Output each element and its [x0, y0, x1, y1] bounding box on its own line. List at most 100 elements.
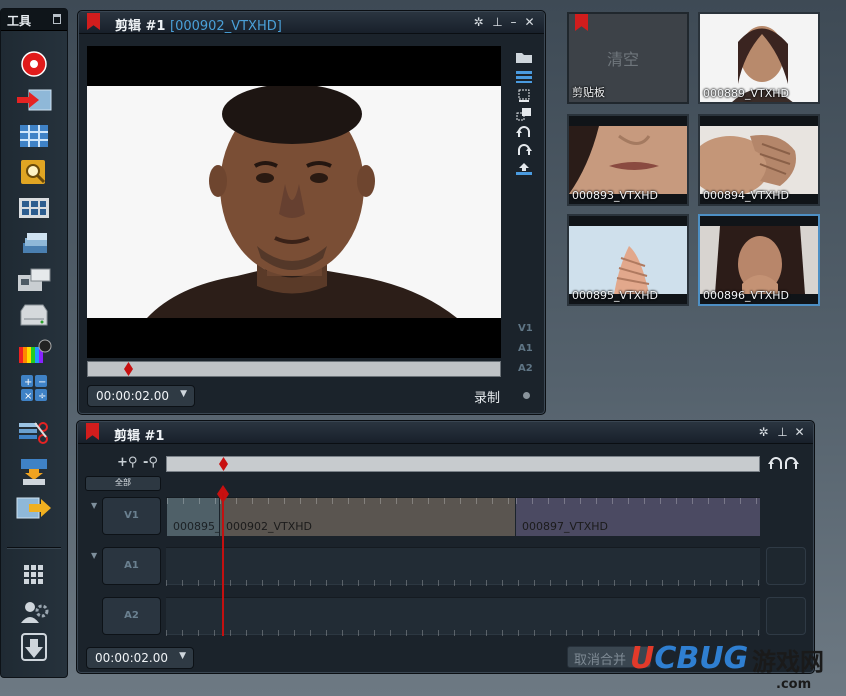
calculator-icon[interactable]: + − × ÷ — [15, 373, 53, 403]
clip-thumbnail[interactable]: 000893_VTXHD — [567, 114, 689, 206]
clipboard-clip[interactable]: 清空 剪贴板 — [567, 12, 689, 104]
clip-thumbnail[interactable]: 000895_VTXHD — [567, 214, 689, 306]
chevron-down-icon: ▼ — [180, 389, 187, 399]
toolbar-header: 工具 — [1, 9, 67, 31]
clipboard-label: 剪贴板 — [572, 86, 605, 99]
pin-icon[interactable] — [53, 14, 61, 24]
svg-text:×: × — [24, 391, 32, 402]
cut-icon[interactable] — [15, 417, 53, 447]
record-button[interactable]: 录制 — [474, 387, 500, 406]
download-icon[interactable] — [15, 633, 53, 663]
viewer-title: 剪辑 #1 — [115, 19, 166, 34]
upload-icon[interactable] — [515, 161, 533, 175]
clip-thumbnail-selected[interactable]: 000896_VTXHD — [698, 214, 820, 306]
safe-area-icon[interactable] — [515, 106, 533, 121]
timeline-clip[interactable]: 000895_ — [166, 498, 219, 536]
track-header-v1[interactable]: V1 — [102, 497, 161, 535]
collapse-triangle-icon[interactable]: ▼ — [91, 551, 97, 560]
record-icon[interactable] — [15, 49, 53, 79]
grid-view-icon[interactable] — [15, 193, 53, 223]
export-arrow-icon[interactable] — [15, 493, 53, 523]
timeline-clip[interactable]: 000897_VTXHD — [515, 498, 760, 536]
color-bars-icon[interactable] — [15, 337, 53, 367]
bookmark-icon[interactable] — [86, 423, 99, 440]
zoom-in-icon[interactable]: +⚲ — [117, 455, 137, 470]
users-settings-icon[interactable] — [15, 597, 53, 627]
track-end-a1 — [766, 547, 806, 585]
redo-icon[interactable] — [784, 455, 800, 475]
clip-thumbnail[interactable]: 000894_VTXHD — [698, 114, 820, 206]
settings-icon[interactable]: ✲ — [758, 426, 769, 438]
minimize-icon[interactable]: – — [508, 16, 519, 28]
timecode-value: 00:00:02.00 — [95, 651, 168, 665]
folder-icon[interactable] — [515, 49, 533, 63]
tools-toolbar: 工具 + − × ÷ — [0, 8, 68, 678]
select-all-button[interactable]: 全部 — [85, 476, 161, 491]
settings-icon[interactable]: ✲ — [473, 16, 484, 28]
undo-icon[interactable] — [767, 455, 783, 475]
undo-icon[interactable] — [515, 124, 533, 138]
timeline-timecode-dropdown[interactable]: 00:00:02.00 ▼ — [86, 647, 194, 669]
film-export-icon[interactable] — [15, 457, 53, 487]
timecode-value: 00:00:02.00 — [96, 389, 169, 403]
svg-text:+: + — [24, 377, 32, 388]
site-watermark: UCBUG 游戏网 .com — [626, 640, 841, 692]
bookmark-icon[interactable] — [87, 13, 100, 30]
drive-icon[interactable] — [15, 301, 53, 331]
clear-label: 清空 — [607, 50, 640, 69]
viewer-track-a1: A1 — [518, 343, 533, 354]
collapse-triangle-icon[interactable]: ▼ — [91, 501, 97, 510]
playhead-marker[interactable] — [124, 362, 133, 376]
list-view-icon[interactable] — [515, 68, 533, 83]
toolbar-title: 工具 — [7, 14, 32, 28]
timeline-header: 剪辑 #1 ✲ ⊥ ✕ — [78, 422, 813, 444]
thumbnail-image — [700, 126, 818, 196]
bookmark-icon — [575, 14, 588, 31]
clip-thumbnail[interactable]: 000889_VTXHD — [698, 12, 820, 104]
storyboard-icon[interactable] — [15, 121, 53, 151]
viewer-timecode-dropdown[interactable]: 00:00:02.00 ▼ — [87, 385, 195, 407]
track-header-a1[interactable]: A1 — [102, 547, 161, 585]
record-indicator-icon — [523, 392, 530, 399]
timeline-clip[interactable]: 000902_VTXHD — [219, 498, 515, 536]
search-media-icon[interactable] — [15, 157, 53, 187]
timeline-playhead[interactable] — [222, 493, 224, 636]
pin-icon[interactable]: ⊥ — [492, 16, 503, 28]
viewer-track-a2: A2 — [518, 363, 533, 374]
toolbar-divider — [7, 547, 61, 548]
fit-frame-icon[interactable] — [515, 88, 533, 102]
track-header-a2[interactable]: A2 — [102, 597, 161, 635]
viewer-track-v1: V1 — [518, 323, 533, 334]
timeline-ruler[interactable] — [166, 456, 760, 472]
timeline-panel: 剪辑 #1 ✲ ⊥ ✕ +⚲ -⚲ 全部 ▼ V1 000895_ 000902… — [76, 420, 815, 674]
viewer-scrub-bar[interactable] — [87, 361, 501, 377]
clip-name: 000895_VTXHD — [572, 289, 659, 302]
thumbnail-image — [569, 226, 687, 294]
pin-icon[interactable]: ⊥ — [777, 426, 788, 438]
redo-icon[interactable] — [515, 142, 533, 156]
timeline-title: 剪辑 #1 — [114, 429, 165, 444]
preview-frame-image — [87, 86, 501, 318]
track-lane-v1[interactable]: 000895_ 000902_VTXHD 000897_VTXHD — [166, 497, 760, 536]
clip-name: 000894_VTXHD — [703, 189, 790, 202]
capture-device-icon[interactable] — [15, 265, 53, 295]
keypad-icon[interactable] — [15, 561, 53, 591]
svg-text:.com: .com — [776, 677, 811, 692]
close-icon[interactable]: ✕ — [524, 16, 535, 28]
ruler-playhead-marker[interactable] — [219, 457, 228, 471]
track-lane-a2[interactable] — [166, 597, 760, 636]
track-lane-a1[interactable] — [166, 547, 760, 586]
clip-name: 000889_VTXHD — [703, 87, 790, 100]
viewer-panel: 剪辑 #1 [000902_VTXHD] ✲ ⊥ – ✕ 00:00:02.00… — [77, 10, 546, 415]
zoom-out-icon[interactable]: -⚲ — [143, 455, 158, 470]
video-preview[interactable] — [87, 46, 501, 358]
close-icon[interactable]: ✕ — [794, 426, 805, 438]
viewer-clip-id: [000902_VTXHD] — [170, 19, 282, 34]
import-icon[interactable] — [15, 85, 53, 115]
svg-text:−: − — [38, 377, 46, 388]
viewer-header: 剪辑 #1 [000902_VTXHD] ✲ ⊥ – ✕ — [79, 12, 544, 34]
svg-text:游戏网: 游戏网 — [752, 647, 824, 676]
thumbnail-image — [569, 126, 687, 194]
stack-icon[interactable] — [15, 229, 53, 259]
svg-text:÷: ÷ — [38, 391, 46, 402]
